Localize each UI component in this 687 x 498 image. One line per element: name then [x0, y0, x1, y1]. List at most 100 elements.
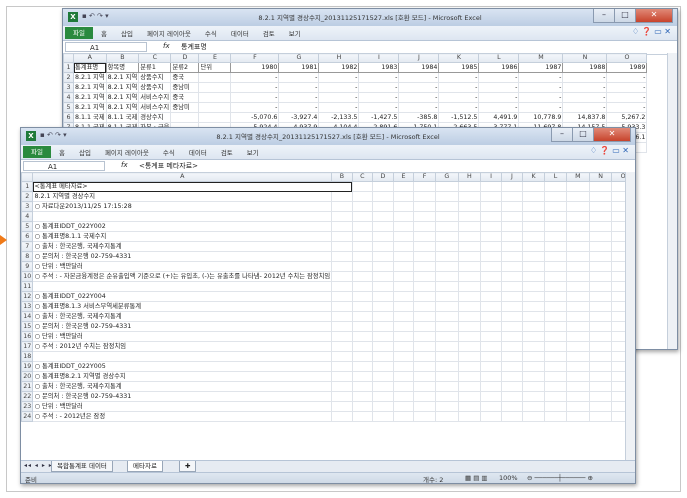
help-icon[interactable]: ♢ ❓ ▭ ✕ [632, 27, 671, 36]
cell[interactable] [588, 291, 613, 302]
cell[interactable] [480, 241, 502, 252]
cell[interactable] [588, 301, 613, 312]
cell[interactable] [413, 301, 436, 312]
cell[interactable] [351, 301, 374, 312]
cell[interactable] [434, 401, 459, 412]
cell[interactable]: - [358, 72, 400, 83]
cell[interactable]: 1981 [278, 62, 320, 73]
cell[interactable] [588, 351, 613, 362]
cell[interactable]: - [478, 102, 520, 113]
cell[interactable] [413, 231, 436, 242]
cell[interactable]: - [358, 92, 400, 103]
row-header[interactable]: 15 [21, 321, 34, 332]
cell[interactable]: 통계표명 [73, 62, 107, 73]
row-header[interactable]: 1 [63, 62, 74, 73]
maximize-button[interactable]: □ [572, 128, 594, 142]
cell[interactable] [434, 191, 459, 202]
row-header[interactable]: 22 [21, 391, 34, 402]
vertical-scrollbar[interactable] [667, 53, 677, 349]
cell[interactable] [588, 401, 613, 412]
cell[interactable]: ○ 자료다운2013/11/25 17:15:28 [32, 201, 333, 212]
cell[interactable] [544, 221, 567, 232]
cell[interactable]: - [230, 102, 280, 113]
view-buttons[interactable]: ▦ ▤ ▥ [465, 474, 488, 482]
cell[interactable] [457, 391, 482, 402]
cell[interactable] [372, 201, 394, 212]
new-sheet-icon[interactable]: ✚ [179, 461, 197, 472]
cell[interactable] [521, 301, 546, 312]
cell[interactable] [331, 321, 353, 332]
tab-data[interactable]: 데이터 [231, 28, 249, 38]
cell[interactable] [434, 381, 459, 392]
close-button[interactable]: ✕ [593, 128, 631, 142]
tab-view[interactable]: 보기 [247, 147, 259, 157]
cell[interactable]: - [398, 92, 440, 103]
cell[interactable] [413, 181, 436, 192]
cell[interactable] [434, 211, 459, 222]
cell[interactable] [544, 411, 567, 422]
cell[interactable]: - [318, 102, 360, 113]
cell[interactable] [198, 112, 232, 123]
cell[interactable] [544, 341, 567, 352]
cell[interactable] [413, 401, 436, 412]
cell[interactable] [331, 221, 353, 232]
row-header[interactable]: 24 [21, 411, 34, 422]
cell[interactable] [544, 271, 567, 282]
cell[interactable]: ○ 통계표명8.2.1 지역별 경상수지 [32, 371, 333, 382]
cell[interactable] [457, 241, 482, 252]
cell[interactable]: - [478, 82, 520, 93]
cell[interactable] [351, 321, 374, 332]
cell[interactable]: 경상수지 [138, 112, 172, 123]
cell[interactable] [351, 311, 374, 322]
cell[interactable] [480, 401, 502, 412]
cell[interactable] [331, 231, 353, 242]
maximize-button[interactable]: □ [614, 9, 636, 23]
cell[interactable] [565, 371, 590, 382]
cell[interactable] [480, 261, 502, 272]
cell[interactable] [501, 181, 523, 192]
cell[interactable] [565, 271, 590, 282]
cell[interactable]: 8.1.1 국제 [73, 112, 107, 123]
cell[interactable] [434, 351, 459, 362]
tab-data[interactable]: 데이터 [189, 147, 207, 157]
cell[interactable] [588, 241, 613, 252]
cell[interactable] [392, 351, 415, 362]
cell[interactable]: ○ 주석 : - 자본금융계정은 순유출입액 기준으로 (+)는 유입초, (-… [32, 271, 333, 282]
cell[interactable] [331, 361, 353, 372]
cell[interactable] [351, 391, 374, 402]
cell[interactable] [544, 291, 567, 302]
cell[interactable]: - [518, 102, 564, 113]
cell[interactable] [544, 191, 567, 202]
cell[interactable] [501, 271, 523, 282]
vertical-scrollbar[interactable] [625, 172, 635, 461]
cell[interactable] [544, 261, 567, 272]
cell[interactable] [501, 391, 523, 402]
cell[interactable] [434, 311, 459, 322]
cell[interactable] [457, 411, 482, 422]
tab-review[interactable]: 검토 [263, 28, 275, 38]
cell[interactable]: 서비스수지 [138, 102, 172, 113]
cell[interactable]: 1987 [518, 62, 564, 73]
cell[interactable] [521, 361, 546, 372]
tab-formulas[interactable]: 수식 [205, 28, 217, 38]
cell[interactable] [413, 381, 436, 392]
cell[interactable] [565, 311, 590, 322]
cell[interactable] [331, 401, 353, 412]
cell[interactable]: ○ 출처 : 한국은행, 국제수지통계 [32, 381, 333, 392]
cell[interactable] [501, 281, 523, 292]
cell[interactable] [544, 331, 567, 342]
row-header[interactable]: 4 [63, 92, 74, 103]
cell[interactable] [331, 271, 353, 282]
row-header[interactable]: 3 [63, 82, 74, 93]
worksheet-grid[interactable]: A B C D E F G H I J K L M N O 1 <통계표 메타자료> 2 8.2.1 지역별 경상수… [21, 172, 635, 422]
cell[interactable] [457, 231, 482, 242]
zoom-level[interactable]: 100% [499, 474, 518, 482]
cell[interactable]: 8.2.1 지역 [105, 72, 140, 83]
cell[interactable] [565, 401, 590, 412]
cell[interactable] [331, 371, 353, 382]
cell[interactable] [521, 181, 546, 192]
cell[interactable] [480, 251, 502, 262]
cell[interactable] [544, 231, 567, 242]
cell[interactable] [413, 391, 436, 402]
sheet-tab-meta[interactable]: 메타자료 [127, 461, 163, 472]
